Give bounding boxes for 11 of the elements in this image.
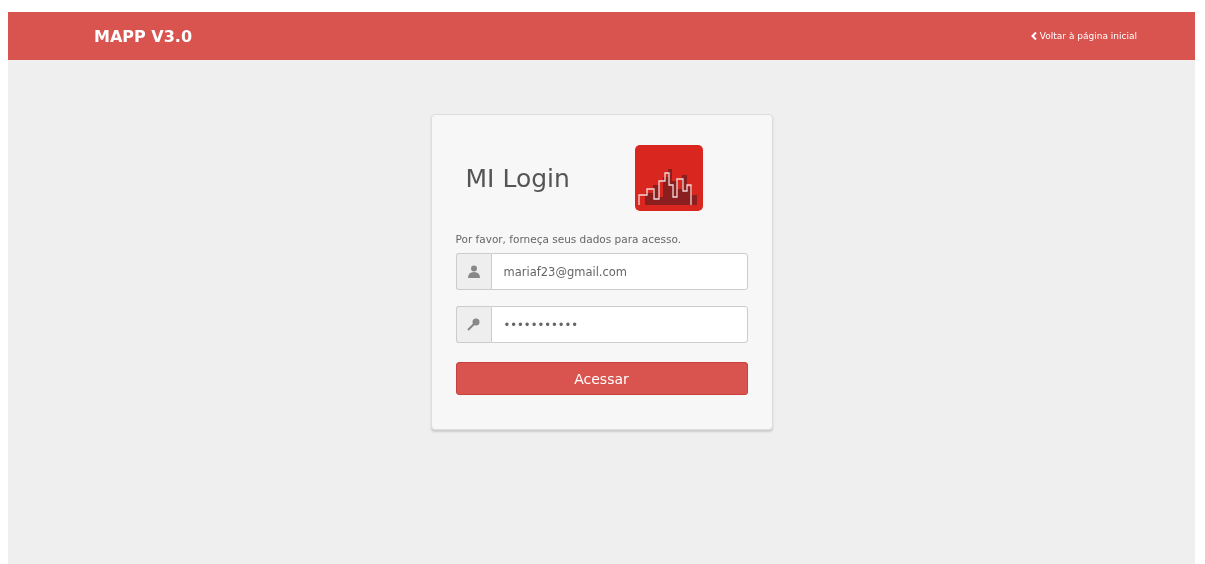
user-icon <box>467 265 480 278</box>
email-field[interactable]: mariaf23@gmail.com <box>490 253 748 290</box>
instructions-text: Por favor, forneça seus dados para acesso. <box>455 233 682 245</box>
login-title: MI Login <box>465 163 570 193</box>
key-icon <box>467 318 480 331</box>
brand-title[interactable]: MAPP V3.0 <box>94 26 193 46</box>
back-link[interactable]: Voltar à página inicial <box>1030 31 1137 41</box>
login-button[interactable]: Acessar <box>455 362 748 395</box>
chevron-left-icon <box>1030 32 1037 40</box>
city-skyline-logo-icon <box>634 145 703 211</box>
password-field[interactable]: ••••••••••• <box>490 306 748 343</box>
